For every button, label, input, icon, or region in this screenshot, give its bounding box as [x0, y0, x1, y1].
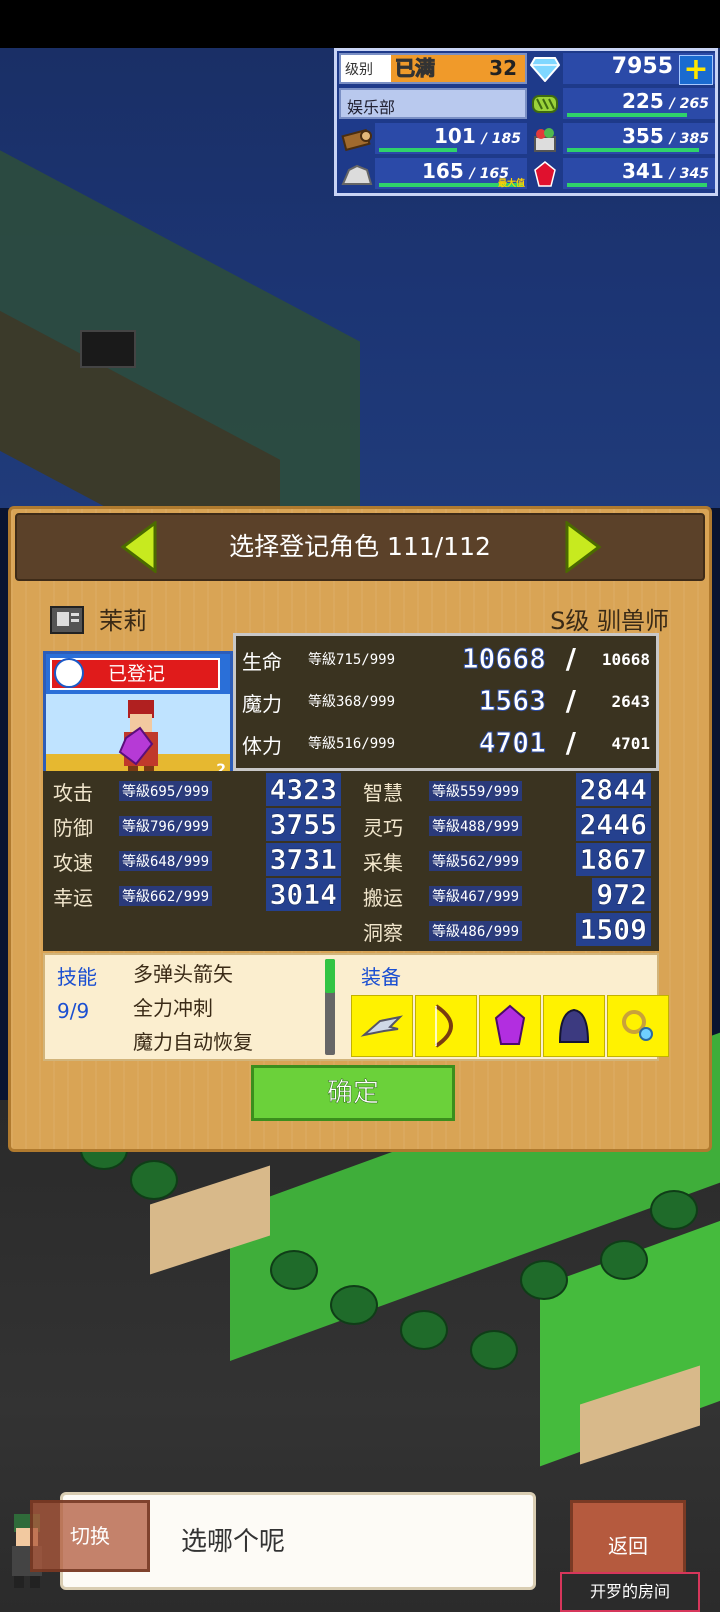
grass-icon	[527, 88, 563, 119]
ore-resource: 165/ 165 最大值	[375, 158, 527, 189]
club-name: 娱乐部	[347, 98, 396, 117]
level-box: 级别 已满 32	[339, 53, 527, 84]
bush	[330, 1285, 378, 1325]
stat-stamina: 体力 等級516/999 4701 / 4701	[242, 726, 650, 760]
stat-attack: 攻击 等級695/999 4323	[43, 773, 349, 807]
add-gems-button[interactable]: +	[679, 55, 713, 85]
skill-item: 魔力自动恢复	[133, 1030, 253, 1054]
gem-counter: 7955 +	[563, 53, 715, 85]
next-arrow-icon[interactable]	[563, 520, 603, 574]
bush	[270, 1250, 318, 1290]
grass-value: 225	[622, 89, 664, 113]
character-rank: S级 驯兽师	[550, 607, 669, 635]
red-gem-resource: 341/ 345	[563, 158, 715, 189]
scroll-thumb[interactable]	[325, 959, 335, 993]
skills-equipment-box: 技能 9/9 多弹头箭矢 全力冲刺 魔力自动恢复 装备	[43, 953, 669, 1061]
stat-mp: 魔力 等級368/999 1563 / 2643	[242, 684, 650, 718]
ore-icon	[339, 158, 375, 189]
red-gem-value: 341	[622, 159, 664, 183]
skill-item: 全力冲刺	[133, 996, 213, 1020]
panel-header: 选择登记角色 111/112	[15, 513, 705, 581]
red-gem-max: 345	[679, 166, 709, 182]
bush	[130, 1160, 178, 1200]
stat-speed: 攻速 等級648/999 3731	[43, 843, 349, 877]
character-name: 茉莉	[99, 607, 147, 635]
resource-hud: 级别 已满 32 7955 + 娱乐部 225/ 265 101/ 185 35…	[334, 48, 718, 196]
wood-log-icon	[339, 123, 375, 154]
character-select-panel: 选择登记角色 111/112 茉莉 S级 驯兽师 已登记 2 生命 等級715/…	[8, 506, 712, 1152]
bush	[650, 1190, 698, 1230]
stat-carrying: 搬运 等級467/999 972	[353, 878, 659, 912]
character-portrait[interactable]: 已登记 2	[43, 651, 233, 787]
wood-resource: 101/ 185	[375, 123, 527, 154]
stat-hp: 生命 等級715/999 10668 / 10668	[242, 642, 650, 676]
bow-icon[interactable]	[415, 995, 477, 1057]
food-basket-icon	[527, 123, 563, 154]
stat-wisdom: 智慧 等級559/999 2844	[353, 773, 659, 807]
equipment-slots	[351, 995, 669, 1057]
skill-scrollbar[interactable]	[325, 959, 335, 1055]
stat-gathering: 采集 等級562/999 1867	[353, 843, 659, 877]
stat-luck: 幸运 等級662/999 3014	[43, 878, 349, 912]
food-value: 355	[622, 124, 664, 148]
purple-crystal-icon[interactable]	[479, 995, 541, 1057]
attribute-stats: 攻击 等級695/999 4323 防御 等級796/999 3755 攻速 等…	[43, 771, 659, 951]
room-label: 开罗的房间	[560, 1572, 700, 1612]
confirm-button[interactable]: 确定	[251, 1065, 455, 1121]
grass-resource: 225/ 265	[563, 88, 715, 119]
level-label: 级别	[345, 62, 373, 78]
vital-stats: 生命 等級715/999 10668 / 10668 魔力 等級368/999 …	[233, 633, 659, 771]
claw-weapon-icon[interactable]	[351, 995, 413, 1057]
profile-card-icon	[49, 603, 85, 635]
food-resource: 355/ 385	[563, 123, 715, 154]
stat-defense: 防御 等級796/999 3755	[43, 808, 349, 842]
level-value: 32	[489, 56, 517, 80]
grass-bar	[567, 113, 687, 117]
wood-max: 185	[491, 131, 521, 147]
ore-max-tag: 最大值	[497, 179, 525, 189]
wood-bar	[379, 148, 457, 152]
stat-dexterity: 灵巧 等級488/999 2446	[353, 808, 659, 842]
bush	[520, 1260, 568, 1300]
dialog-text: 选哪个呢	[181, 1527, 286, 1557]
skills-title: 技能	[57, 965, 97, 989]
status-bar	[0, 0, 720, 48]
skill-list[interactable]: 多弹头箭矢 全力冲刺 魔力自动恢复	[133, 959, 253, 1061]
red-gem-bar	[567, 183, 707, 187]
diamond-icon	[527, 53, 563, 84]
club-name-box: 娱乐部	[339, 88, 527, 119]
stat-insight: 洞察 等級486/999 1509	[353, 913, 659, 947]
bush	[600, 1240, 648, 1280]
food-max: 385	[679, 131, 709, 147]
dark-hood-icon[interactable]	[543, 995, 605, 1057]
treasure-chest[interactable]	[80, 330, 136, 368]
grass-max: 265	[679, 96, 709, 112]
globe-icon	[54, 658, 84, 688]
switch-button[interactable]: 切换	[30, 1500, 150, 1572]
wood-value: 101	[434, 124, 476, 148]
red-gem-icon	[527, 158, 563, 189]
equipment-title: 装备	[361, 965, 401, 989]
skills-count: 9/9	[57, 999, 90, 1023]
gem-value: 7955	[611, 54, 673, 79]
level-max-badge: 已满	[395, 56, 436, 81]
ore-value: 165	[422, 159, 464, 183]
bush	[400, 1310, 448, 1350]
ring-icon[interactable]	[607, 995, 669, 1057]
bush	[470, 1330, 518, 1370]
skill-item: 多弹头箭矢	[133, 962, 233, 986]
food-bar	[567, 148, 699, 152]
